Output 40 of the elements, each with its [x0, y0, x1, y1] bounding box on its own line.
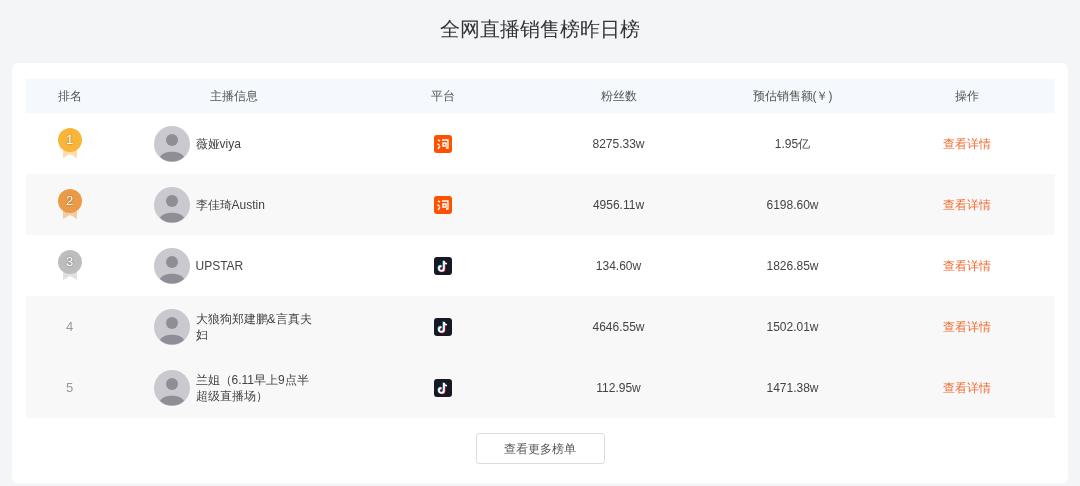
music-note-app-icon	[433, 256, 452, 275]
table-cell-text: 8275.33w	[592, 135, 645, 153]
details-link[interactable]: 查看详情	[943, 378, 991, 397]
rank-number: 4	[65, 318, 74, 334]
table-cell-text: 6198.60w	[766, 196, 819, 214]
column-header: 预估销售额(￥)	[752, 88, 833, 105]
streamer-name: 兰姐（6.11早上9点半超级直播场）	[195, 371, 310, 404]
table-cell-text: 1826.85w	[766, 257, 819, 275]
table-cell-text: 1471.38w	[766, 379, 819, 397]
column-header: 主播信息	[209, 88, 258, 105]
avatar	[153, 125, 190, 162]
taobao-app-icon	[433, 134, 452, 153]
avatar	[153, 308, 190, 345]
avatar	[153, 247, 190, 284]
music-note-app-icon	[433, 317, 452, 336]
table-cell-text: 4646.55w	[592, 318, 645, 336]
streamer-name: 李佳琦Austin	[195, 196, 266, 213]
details-link[interactable]: 查看详情	[943, 134, 991, 153]
column-header: 操作	[955, 88, 979, 105]
details-link[interactable]: 查看详情	[943, 256, 991, 275]
column-header: 粉丝数	[600, 88, 637, 105]
taobao-app-icon	[433, 195, 452, 214]
streamer-name: 薇娅viya	[195, 135, 242, 152]
details-link[interactable]: 查看详情	[943, 195, 991, 214]
rank-number: 5	[65, 379, 74, 395]
column-header: 排名	[57, 88, 82, 105]
table-cell-text: 134.60w	[595, 257, 642, 275]
more-rankings-button[interactable]: 查看更多榜单	[475, 433, 605, 464]
avatar	[153, 369, 190, 406]
table-cell-text: 4956.11w	[592, 196, 645, 214]
column-header: 平台	[430, 88, 455, 105]
details-link[interactable]: 查看详情	[943, 317, 991, 336]
avatar	[153, 186, 190, 223]
streamer-name: 大狼狗郑建鹏&言真夫妇	[195, 310, 313, 343]
table-cell-text: 1502.01w	[766, 318, 819, 336]
page-title: 全网直播销售榜昨日榜	[440, 17, 640, 42]
streamer-name: UPSTAR	[195, 257, 245, 274]
table-cell-text: 1.95亿	[774, 135, 811, 153]
music-note-app-icon	[433, 378, 452, 397]
table-cell-text: 112.95w	[596, 379, 641, 397]
